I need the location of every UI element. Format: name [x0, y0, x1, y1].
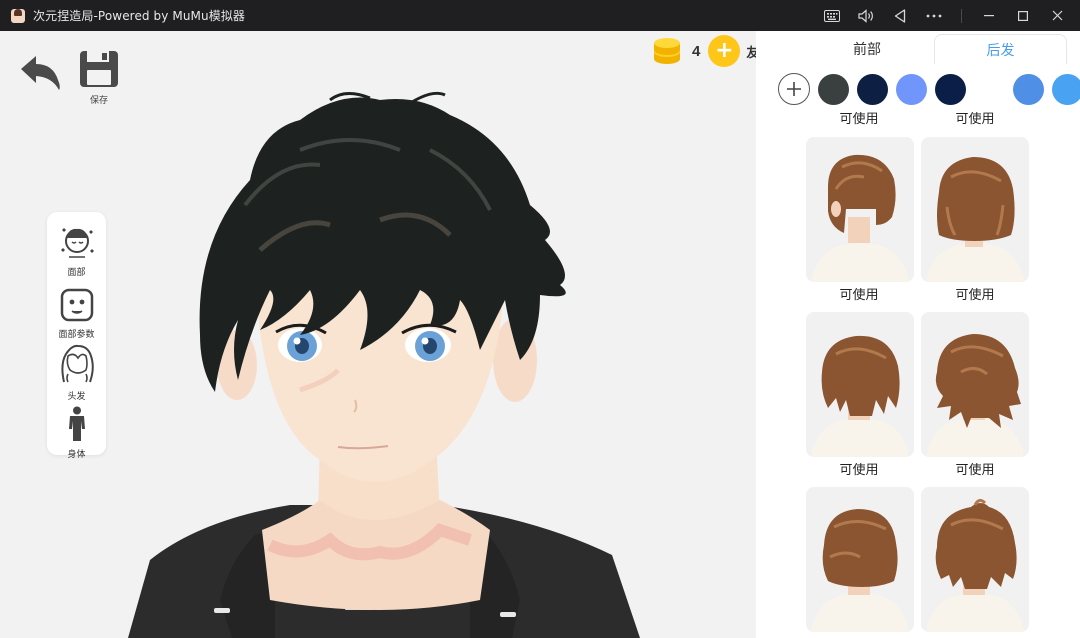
hair-status: 可使用 — [955, 288, 995, 303]
truncated-label: 友 — [746, 45, 757, 61]
hair-status: 可使用 — [955, 112, 995, 127]
coin-stack-icon — [654, 38, 680, 64]
tab-back-hair[interactable]: 后发 — [934, 34, 1067, 64]
hair-tabs: 前部 后发 — [756, 31, 1080, 65]
hair-option-card[interactable] — [921, 312, 1029, 457]
hair-preview — [811, 335, 909, 457]
tool-body[interactable]: 身体 — [47, 406, 106, 460]
undo-button[interactable] — [19, 52, 63, 92]
color-swatch[interactable] — [857, 74, 888, 105]
window-title: 次元捏造局-Powered by MuMu模拟器 — [33, 9, 246, 23]
titlebar-divider — [961, 8, 962, 23]
hair-preview — [926, 334, 1024, 457]
hair-options-panel: 前部 后发 可使用 可使用 可使用 可使用 可使用 可使用 — [756, 31, 1080, 638]
hair-option-card[interactable] — [921, 487, 1029, 632]
face-icon — [60, 228, 94, 258]
hair-preview — [811, 154, 909, 282]
color-swatch[interactable] — [818, 74, 849, 105]
app-icon — [11, 8, 25, 23]
undo-icon — [21, 56, 60, 90]
hair-option-card[interactable] — [806, 312, 914, 457]
coin-count: 4 — [692, 42, 701, 60]
close-icon[interactable] — [1040, 0, 1074, 31]
tool-face-params-label: 面部参数 — [58, 330, 95, 340]
back-icon[interactable] — [883, 0, 917, 31]
hair-color-swatches — [756, 71, 1080, 107]
hair-status: 可使用 — [839, 463, 879, 478]
edit-category-panel: 面部 面部参数 头发 身体 — [47, 212, 106, 460]
tool-face-params[interactable]: 面部参数 — [47, 288, 106, 340]
save-label: 保存 — [89, 96, 108, 106]
hair-preview — [926, 157, 1024, 282]
color-swatch[interactable] — [896, 74, 927, 105]
keyboard-icon[interactable] — [815, 0, 849, 31]
body-icon — [68, 406, 85, 441]
hair-status: 可使用 — [839, 288, 879, 303]
volume-icon[interactable] — [849, 0, 883, 31]
tool-hair-label: 头发 — [67, 392, 86, 402]
hair-status: 可使用 — [839, 112, 879, 127]
save-button[interactable]: 保存 — [78, 50, 120, 106]
character-stage[interactable]: 保存 面部 面部参数 头发 身体 — [0, 31, 756, 638]
currency-bar: 4 + 友 — [652, 35, 756, 67]
title-bar: 次元捏造局-Powered by MuMu模拟器 — [0, 0, 1080, 31]
tool-face[interactable]: 面部 — [47, 224, 106, 278]
hair-preview — [811, 509, 909, 632]
tool-hair[interactable]: 头发 — [47, 344, 106, 402]
tool-body-label: 身体 — [67, 450, 86, 460]
color-swatch[interactable] — [1013, 74, 1044, 105]
add-coins-button[interactable]: + — [708, 35, 741, 67]
color-swatch[interactable] — [935, 74, 966, 105]
maximize-icon[interactable] — [1006, 0, 1040, 31]
hair-option-card[interactable] — [806, 137, 914, 282]
color-swatch[interactable] — [1052, 74, 1080, 105]
hair-status: 可使用 — [955, 463, 995, 478]
color-swatch[interactable] — [974, 74, 1005, 105]
tab-front-hair[interactable]: 前部 — [811, 34, 923, 64]
plus-icon — [787, 82, 801, 96]
tool-face-label: 面部 — [67, 268, 86, 278]
save-icon — [80, 51, 118, 87]
hair-option-card[interactable] — [806, 487, 914, 632]
more-icon[interactable] — [917, 0, 951, 31]
hair-option-card[interactable] — [921, 137, 1029, 282]
hair-preview — [926, 498, 1024, 632]
character-model — [128, 91, 640, 638]
hair-icon — [60, 344, 94, 383]
minimize-icon[interactable] — [972, 0, 1006, 31]
add-color-button[interactable] — [778, 73, 810, 105]
face-params-icon — [60, 288, 93, 322]
